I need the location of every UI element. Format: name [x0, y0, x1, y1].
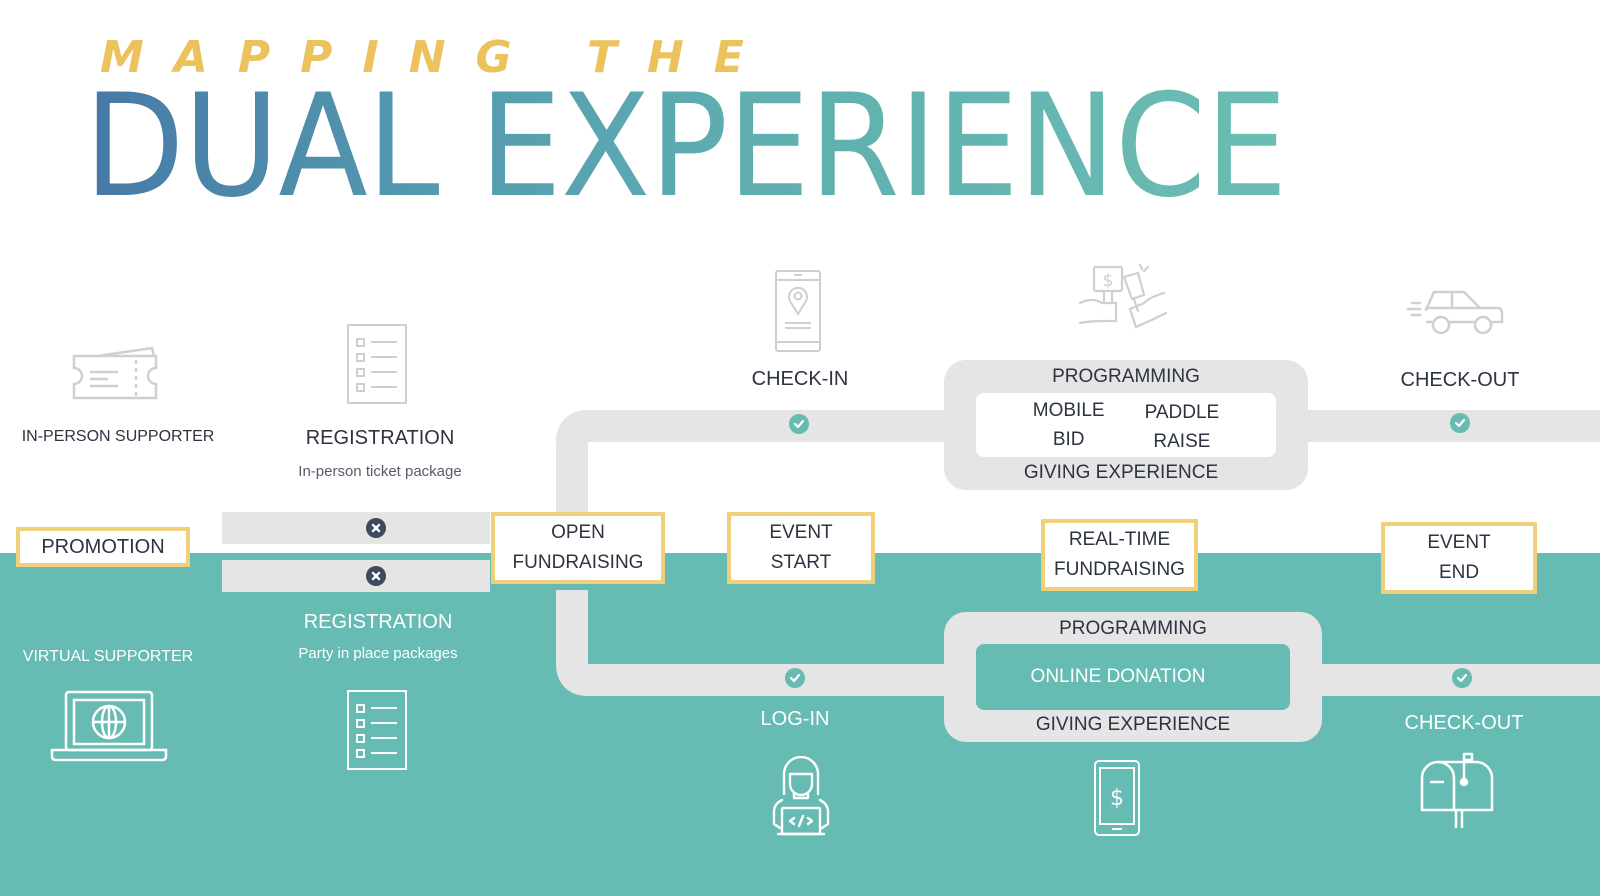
option-line: BID: [1052, 429, 1085, 450]
check-circle-icon: [1452, 668, 1472, 688]
virtual-registration-title: REGISTRATION: [303, 611, 453, 633]
online-donation-option[interactable]: ONLINE DONATION: [976, 644, 1290, 710]
stage-label: EVENT: [769, 522, 833, 543]
in-person-supporter-label: IN-PERSON SUPPORTER: [21, 428, 215, 445]
virtual-track-path: [556, 590, 960, 696]
stage-real-time-fundraising[interactable]: REAL-TIME FUNDRAISING: [1041, 519, 1198, 591]
stage-open-fundraising[interactable]: OPEN FUNDRAISING: [491, 512, 665, 584]
stage-promotion[interactable]: PROMOTION: [16, 527, 190, 567]
stage-label: PROMOTION: [41, 536, 165, 558]
programming-label: PROGRAMMING: [1052, 366, 1200, 387]
svg-text:$: $: [1103, 271, 1114, 291]
option-line: RAISE: [1153, 431, 1211, 452]
ticket-icon: [72, 346, 158, 402]
svg-text:$: $: [1110, 786, 1124, 811]
car-icon: [1406, 288, 1506, 338]
checklist-icon: [347, 324, 407, 404]
log-in-label: LOG-IN: [760, 708, 830, 730]
programming-options: MOBILE BID PADDLE RAISE: [976, 393, 1276, 457]
phone-location-icon: [775, 270, 821, 352]
stage-label: OPEN: [551, 522, 605, 543]
online-donation-label: ONLINE DONATION: [1030, 666, 1206, 687]
mobile-bid-option[interactable]: MOBILE BID: [1033, 396, 1105, 454]
stage-label: END: [1438, 562, 1480, 583]
stage-label: REAL-TIME: [1068, 529, 1171, 550]
option-line: MOBILE: [1032, 400, 1105, 421]
check-circle-icon: [1450, 413, 1470, 433]
paddle-raise-option[interactable]: PADDLE RAISE: [1145, 398, 1220, 456]
check-out-label: CHECK-OUT: [1400, 369, 1520, 391]
in-person-registration-title: REGISTRATION: [305, 427, 455, 449]
in-person-registration-subtitle: In-person ticket package: [298, 463, 462, 480]
stage-event-end[interactable]: EVENT END: [1381, 522, 1537, 594]
option-line: PADDLE: [1144, 402, 1220, 423]
stage-event-start[interactable]: EVENT START: [727, 512, 875, 584]
paddle-raise-icon: $: [1076, 263, 1168, 333]
checklist-icon: [347, 690, 407, 770]
laptop-globe-icon: [50, 690, 168, 762]
stage-label: EVENT: [1427, 532, 1491, 553]
phone-dollar-icon: $: [1094, 760, 1140, 836]
check-in-label: CHECK-IN: [751, 368, 849, 390]
stage-label: FUNDRAISING: [1054, 559, 1185, 580]
check-circle-icon: [785, 668, 805, 688]
giving-experience-label: GIVING EXPERIENCE: [1023, 462, 1219, 483]
stage-label: FUNDRAISING: [512, 552, 644, 573]
virtual-programming-block: PROGRAMMING ONLINE DONATION GIVING EXPER…: [944, 612, 1322, 742]
virtual-registration-subtitle: Party in place packages: [298, 645, 458, 662]
check-circle-icon: [789, 414, 809, 434]
programming-label: PROGRAMMING: [1059, 618, 1207, 639]
person-laptop-icon: [770, 756, 832, 836]
in-person-programming-block: PROGRAMMING MOBILE BID PADDLE RAISE GIVI…: [944, 360, 1308, 490]
stage-label: START: [770, 552, 832, 573]
giving-experience-label: GIVING EXPERIENCE: [1035, 714, 1231, 735]
virtual-supporter-label: VIRTUAL SUPPORTER: [22, 648, 194, 665]
mailbox-icon: [1420, 752, 1496, 830]
virtual-check-out-label: CHECK-OUT: [1404, 712, 1524, 734]
